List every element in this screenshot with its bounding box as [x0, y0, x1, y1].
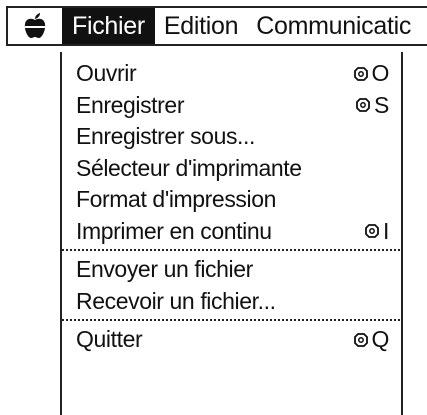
menu-item-label: Imprimer en continu — [76, 217, 272, 244]
shortcut: S — [354, 90, 389, 122]
menu-item-label: Envoyer un fichier — [76, 256, 253, 282]
menu-separator — [62, 249, 401, 251]
menu-communication[interactable]: Communicatic — [247, 8, 420, 44]
command-key-icon — [353, 66, 368, 81]
command-key-icon — [365, 224, 379, 239]
menu-item-recevoir-fichier[interactable]: Recevoir un fichier... — [62, 286, 401, 318]
menu-item-selecteur-imprimante[interactable]: Sélecteur d'imprimante — [62, 153, 401, 185]
menu-item-label: Recevoir un fichier... — [76, 287, 276, 314]
menu-separator — [62, 319, 401, 321]
menu-edition[interactable]: Edition — [155, 8, 247, 44]
menu-item-label: Sélecteur d'imprimante — [76, 154, 302, 181]
menu-item-ouvrir[interactable]: Ouvrir O — [62, 58, 401, 90]
menu-item-label: Enregistrer — [76, 91, 185, 118]
menu-item-label: Format d'impression — [76, 186, 277, 212]
shortcut: O — [352, 58, 390, 90]
shortcut: Q — [352, 324, 390, 356]
shortcut-key: O — [371, 60, 390, 86]
shortcut-key: S — [374, 91, 389, 118]
menu-bar: Fichier Edition Communicatic — [6, 6, 427, 46]
menu-fichier[interactable]: Fichier — [62, 8, 155, 44]
menu-item-enregistrer-sous[interactable]: Enregistrer sous... — [62, 121, 401, 153]
menu-item-imprimer-continu[interactable]: Imprimer en continu I — [62, 216, 401, 248]
shortcut-key: I — [383, 217, 389, 244]
apple-logo-icon — [24, 13, 46, 38]
command-key-icon — [353, 332, 368, 347]
menu-item-label: Enregistrer sous... — [76, 123, 256, 149]
menu-item-quitter[interactable]: Quitter Q — [62, 324, 401, 356]
menu-item-label: Quitter — [76, 326, 143, 352]
fichier-dropdown-menu: Ouvrir O Enregistrer S Enregistrer sous.… — [60, 52, 403, 415]
menu-item-label: Ouvrir — [76, 60, 137, 86]
command-key-icon — [356, 98, 370, 113]
menu-item-format-impression[interactable]: Format d'impression — [62, 184, 401, 216]
shortcut: I — [363, 216, 389, 248]
apple-menu[interactable] — [8, 8, 62, 44]
menu-item-enregistrer[interactable]: Enregistrer S — [62, 90, 401, 122]
menu-item-envoyer-fichier[interactable]: Envoyer un fichier — [62, 254, 401, 286]
shortcut-key: Q — [371, 326, 390, 352]
